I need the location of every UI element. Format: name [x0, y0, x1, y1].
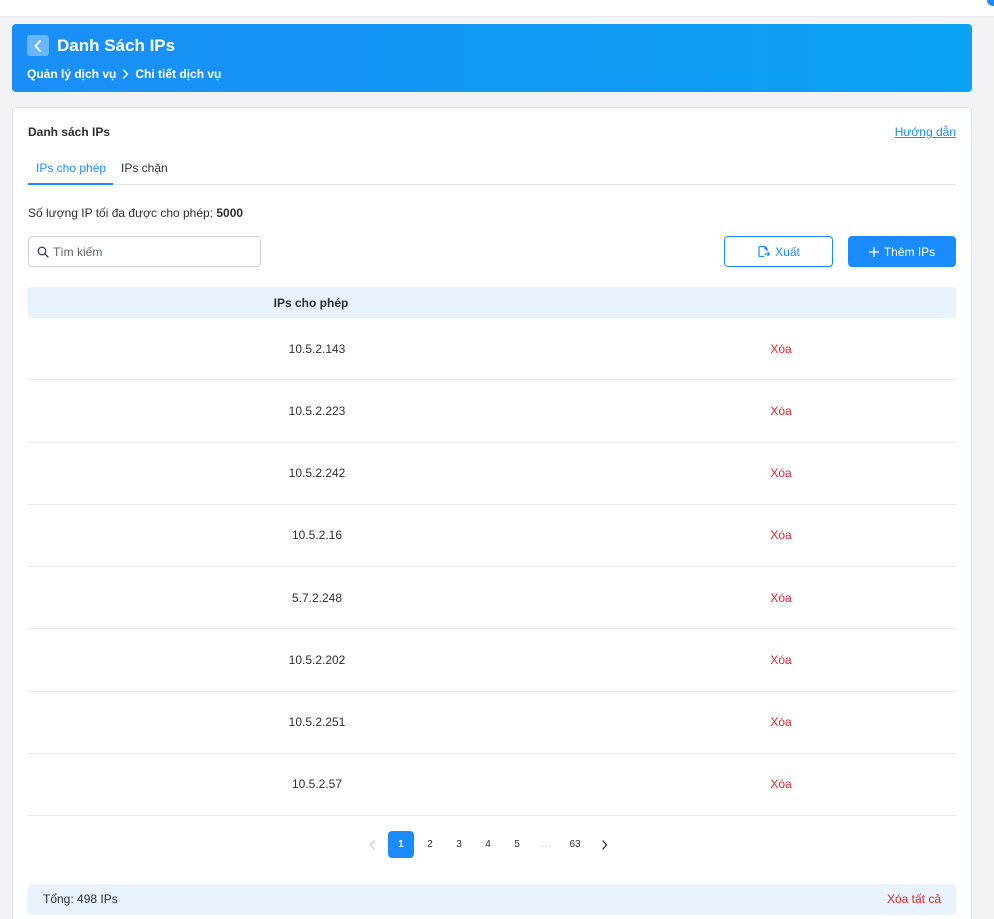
table-header: IPs cho phép — [28, 287, 956, 318]
card-title: Danh sách IPs — [28, 125, 111, 139]
table-row: 10.5.2.57 Xóa — [28, 754, 956, 816]
delete-all-button[interactable]: Xóa tất cả — [887, 892, 941, 906]
delete-link[interactable]: Xóa — [606, 754, 956, 815]
ip-cell: 10.5.2.202 — [288, 652, 346, 667]
add-ips-button[interactable]: Thêm IPs — [848, 236, 956, 267]
active-tab-indicator — [28, 183, 113, 185]
add-ips-label: Thêm IPs — [883, 244, 936, 259]
chevron-right-icon — [601, 839, 607, 850]
column-header-allowed-ips: IPs cho phép — [273, 295, 349, 310]
total-count: Tổng: 498 IPs — [43, 892, 118, 906]
ip-cell: 10.5.2.251 — [288, 715, 346, 730]
ip-cell: 10.5.2.143 — [288, 341, 346, 356]
export-file-icon — [757, 245, 771, 258]
breadcrumb-item-service-detail[interactable]: Chi tiết dịch vụ — [135, 66, 221, 82]
delete-link[interactable]: Xóa — [606, 629, 956, 690]
ip-cell: 10.5.2.57 — [291, 777, 343, 792]
page-title: Danh Sách IPs — [57, 36, 176, 55]
delete-link[interactable]: Xóa — [606, 505, 956, 566]
delete-link[interactable]: Xóa — [606, 443, 956, 504]
table-row: 5.7.2.248 Xóa — [28, 567, 956, 630]
search-icon — [37, 246, 49, 258]
breadcrumb: Quản lý dịch vụ Chi tiết dịch vụ — [27, 66, 221, 82]
page-button-63[interactable]: 63 — [562, 831, 588, 858]
page-button-5[interactable]: 5 — [504, 831, 530, 858]
chevron-left-icon — [34, 39, 41, 52]
table-row: 10.5.2.143 Xóa — [28, 318, 956, 381]
ip-limit-label: Số lượng IP tối đa được cho phép: — [28, 206, 214, 220]
search-box[interactable] — [28, 236, 261, 267]
page-header: Danh Sách IPs Quản lý dịch vụ Chi tiết d… — [12, 24, 972, 92]
delete-link[interactable]: Xóa — [606, 380, 956, 441]
ip-limit-text: Số lượng IP tối đa được cho phép: 5000 — [28, 206, 243, 220]
ip-cell: 10.5.2.242 — [288, 466, 346, 481]
ip-cell: 10.5.2.223 — [288, 403, 346, 418]
chevron-right-icon — [122, 69, 129, 79]
ip-limit-value: 5000 — [216, 206, 244, 220]
table-footer: Tổng: 498 IPs Xóa tất cả — [28, 884, 956, 915]
tab-allowed-ips[interactable]: IPs cho phép — [36, 160, 106, 176]
page-button-4[interactable]: 4 — [475, 831, 501, 858]
table-row: 10.5.2.223 Xóa — [28, 380, 956, 443]
back-button[interactable] — [27, 35, 49, 56]
page-button-1[interactable]: 1 — [388, 831, 414, 858]
top-bar — [0, 0, 994, 17]
ip-list-card: Danh sách IPs Hướng dẫn IPs cho phép IPs… — [12, 107, 972, 919]
table-row: 10.5.2.251 Xóa — [28, 692, 956, 754]
notification-dot — [987, 0, 994, 6]
prev-page-button[interactable] — [359, 831, 385, 858]
tab-bar: IPs cho phép IPs chặn — [28, 150, 956, 185]
page-button-3[interactable]: 3 — [446, 831, 472, 858]
delete-link[interactable]: Xóa — [606, 567, 956, 628]
chevron-left-icon — [369, 839, 375, 850]
delete-link[interactable]: Xóa — [606, 692, 956, 753]
plus-icon — [868, 246, 879, 257]
guide-link[interactable]: Hướng dẫn — [895, 125, 956, 139]
next-page-button[interactable] — [591, 831, 617, 858]
ip-table: IPs cho phép 10.5.2.143 Xóa 10.5.2.223 X… — [28, 287, 956, 816]
tab-blocked-ips[interactable]: IPs chặn — [121, 160, 168, 176]
pagination: 1 2 3 4 5 … 63 — [359, 831, 620, 858]
page-button-2[interactable]: 2 — [417, 831, 443, 858]
breadcrumb-item-service-management[interactable]: Quản lý dịch vụ — [27, 66, 116, 82]
table-row: 10.5.2.16 Xóa — [28, 505, 956, 567]
ip-cell: 5.7.2.248 — [291, 590, 343, 605]
delete-link[interactable]: Xóa — [606, 318, 956, 379]
export-label: Xuất — [775, 244, 800, 259]
ip-cell: 10.5.2.16 — [291, 528, 343, 543]
export-button[interactable]: Xuất — [724, 236, 833, 267]
table-row: 10.5.2.242 Xóa — [28, 443, 956, 505]
search-input[interactable] — [53, 244, 243, 259]
page-ellipsis[interactable]: … — [533, 831, 559, 858]
table-row: 10.5.2.202 Xóa — [28, 629, 956, 692]
